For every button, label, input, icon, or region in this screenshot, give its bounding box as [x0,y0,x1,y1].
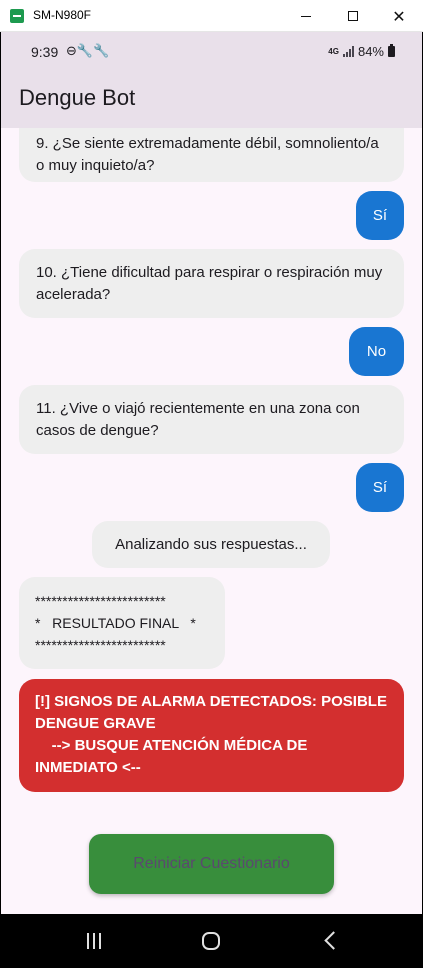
home-icon[interactable] [202,932,220,950]
maximize-icon [348,11,358,21]
app-bar: Dengue Bot [0,72,423,128]
app-title: Dengue Bot [19,85,136,110]
battery-percent: 84% [357,44,384,59]
signal-icon [342,46,354,57]
bot-message: 9. ¿Se siente extremadamente débil, somn… [19,128,404,182]
recent-apps-icon[interactable] [87,933,103,949]
close-icon: ✕ [392,6,406,26]
bot-message: Analizando sus respuestas... [92,521,330,568]
bot-message: 11. ¿Vive o viajó recientemente en una z… [19,385,404,454]
window-title: SM-N980F [33,8,92,22]
user-message: Sí [356,463,404,512]
back-icon[interactable] [322,931,340,951]
battery-icon [388,44,395,57]
close-button[interactable]: ✕ [376,0,422,32]
bot-message: 10. ¿Tiene dificultad para respirar o re… [19,249,404,318]
alarm-message: [!] SIGNOS DE ALARMA DETECTADOS: POSIBLE… [19,679,404,792]
minimize-icon [301,15,311,17]
status-bar: 9:39 ⊖🔧🔧 4G 84% [0,32,423,72]
status-notification-icons: ⊖🔧🔧 [66,44,110,59]
result-header-message: ************************ * RESULTADO FIN… [19,577,225,669]
maximize-button[interactable] [330,0,376,32]
network-type-icon: 4G [328,46,339,56]
user-message: No [349,327,404,376]
app-window-icon [10,9,24,23]
navigation-bar [0,914,423,968]
user-message: Sí [356,191,404,240]
restart-questionnaire-button[interactable]: Reiniciar Cuestionario [89,834,334,894]
minimize-button[interactable] [283,0,329,32]
phone-screen: 9:39 ⊖🔧🔧 4G 84% Dengue Bot 9. ¿Se siente… [0,32,423,968]
status-time: 9:39 [31,44,59,60]
status-right-icons: 4G 84% [328,44,395,59]
chat-list[interactable]: 9. ¿Se siente extremadamente débil, somn… [0,128,423,914]
window-title-bar: SM-N980F ✕ [0,0,423,32]
